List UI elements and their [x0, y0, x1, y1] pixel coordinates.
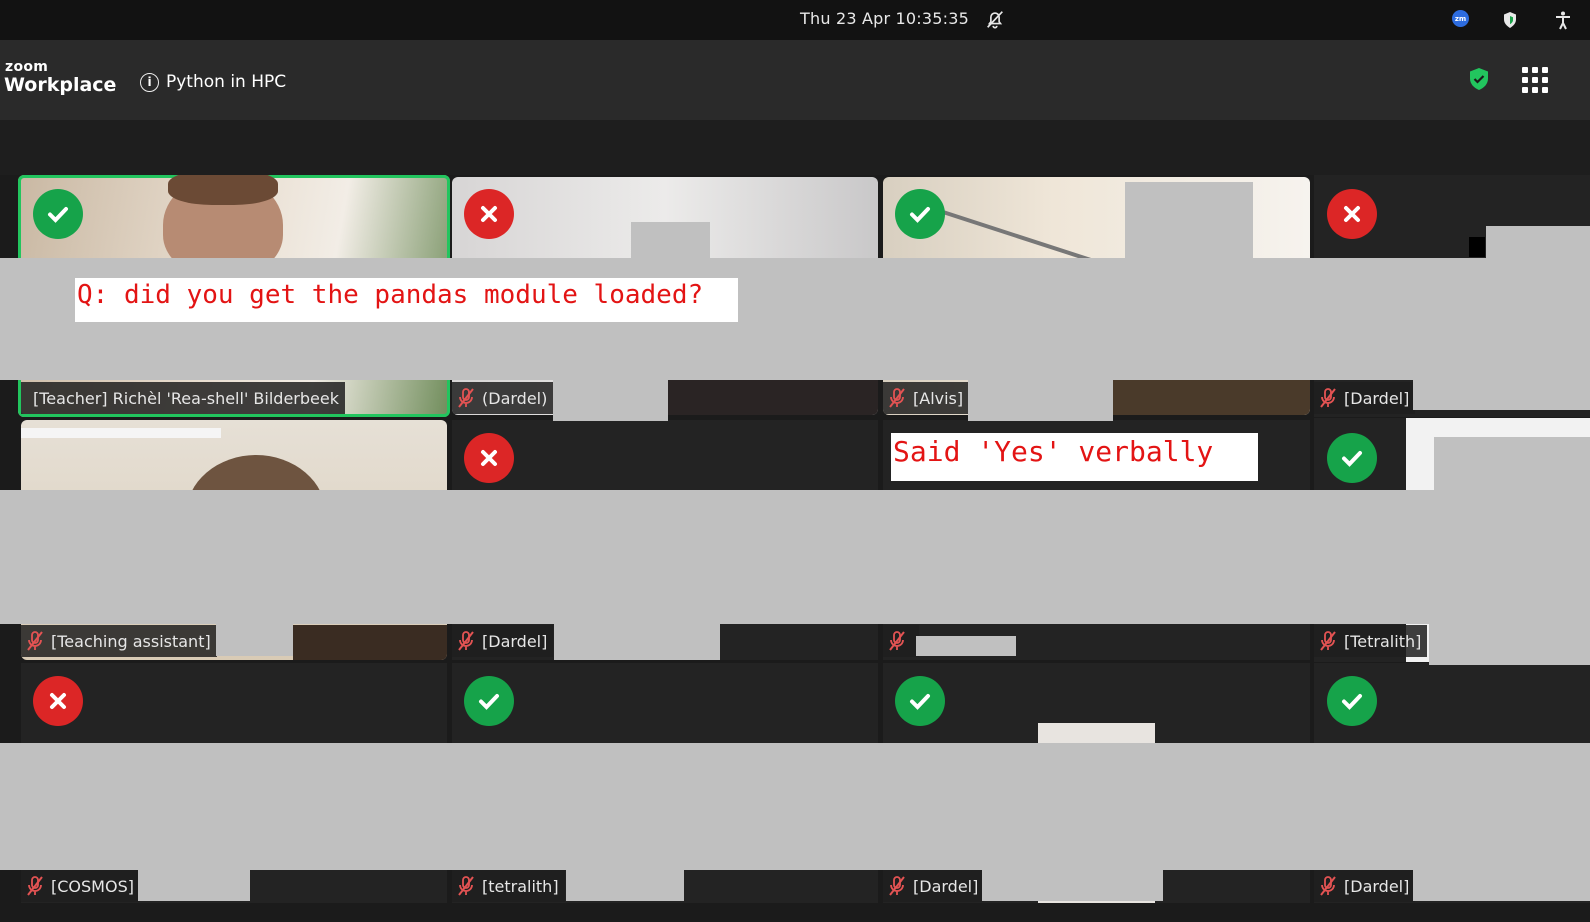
participant-nametag: [Teaching assistant]	[21, 625, 217, 657]
redaction-patch	[1413, 870, 1590, 901]
system-clock[interactable]: Thu 23 Apr 10:35:35	[800, 9, 969, 28]
redaction-patch	[553, 380, 668, 421]
yes-status-icon	[1327, 676, 1377, 726]
participant-hair	[168, 175, 278, 205]
redaction-patch	[138, 870, 250, 901]
participant-name: [Alvis]	[913, 388, 964, 408]
muted-mic-icon	[458, 631, 474, 651]
redaction-patch	[1125, 182, 1253, 258]
meeting-info[interactable]: i Python in HPC	[140, 72, 286, 92]
participant-nametag: [Tetralith]	[1314, 625, 1428, 657]
participant-name: [tetralith]	[482, 876, 559, 896]
muted-mic-icon	[889, 388, 905, 408]
zoom-logo-small: zoom	[5, 59, 49, 75]
no-status-icon	[33, 676, 83, 726]
redaction-patch	[566, 870, 684, 901]
participant-nametag: [Dardel]	[883, 870, 985, 902]
notifications-muted-icon[interactable]	[984, 8, 1006, 30]
participant-name: [Dardel]	[482, 631, 548, 651]
participant-video-bottom	[1113, 380, 1310, 415]
yes-status-icon	[33, 189, 83, 239]
muted-mic-icon	[889, 876, 905, 896]
question-annotation: Q: did you get the pandas module loaded?	[75, 278, 738, 322]
answer-annotation: Said 'Yes' verbally	[891, 433, 1258, 481]
participant-video	[668, 380, 878, 415]
redaction-patch	[1429, 624, 1590, 665]
yes-status-icon	[895, 676, 945, 726]
zoom-tray-icon[interactable]: zm	[1452, 10, 1472, 30]
muted-mic-icon	[458, 876, 474, 896]
muted-mic-icon	[1320, 631, 1336, 651]
redaction-patch	[968, 380, 1113, 421]
participant-nametag: [tetralith]	[452, 870, 565, 902]
participant-name: [Dardel]	[913, 876, 979, 896]
muted-mic-icon	[27, 876, 43, 896]
participant-name: [Tetralith]	[1344, 631, 1422, 651]
zoom-tray-label: zm	[1452, 10, 1469, 27]
muted-mic-icon	[1320, 388, 1336, 408]
zoom-header: zoom Workplace i Python in HPC	[0, 40, 1590, 120]
muted-mic-icon	[1320, 876, 1336, 896]
participant-nametag: [Dardel]	[1314, 870, 1416, 902]
encryption-shield-icon[interactable]	[1468, 67, 1490, 91]
redaction-patch	[554, 624, 720, 660]
meeting-title: Python in HPC	[166, 72, 287, 92]
accessibility-icon[interactable]	[1553, 10, 1573, 30]
participant-name: [Teacher] Richèl 'Rea-shell' Bilderbeek	[33, 388, 339, 408]
system-top-bar: Thu 23 Apr 10:35:35 zm	[0, 0, 1590, 40]
redaction-patch	[916, 636, 1016, 656]
participant-name: [Dardel]	[1344, 876, 1410, 896]
redaction-patch	[1486, 226, 1590, 258]
muted-mic-icon	[27, 631, 43, 651]
participant-nametag: (Dardel)	[452, 382, 554, 414]
participant-nametag: [Dardel]	[452, 625, 554, 657]
yes-status-icon	[1327, 433, 1377, 483]
security-tray-icon[interactable]	[1500, 10, 1520, 30]
participant-video-bottom	[293, 625, 447, 660]
participant-nametag: [Alvis]	[883, 382, 970, 414]
redaction-patch	[982, 870, 1163, 901]
muted-mic-icon	[889, 631, 905, 651]
no-status-icon	[464, 433, 514, 483]
participant-nametag: [Dardel]	[1314, 382, 1416, 414]
participant-video	[1469, 237, 1485, 257]
redaction-patch	[1413, 380, 1590, 410]
participant-name: (Dardel)	[482, 388, 548, 408]
yes-status-icon	[895, 189, 945, 239]
yes-status-icon	[464, 676, 514, 726]
participant-nametag: [Teacher] Richèl 'Rea-shell' Bilderbeek	[21, 382, 345, 414]
zoom-screen: { "os_bar": { "clock": "Thu 23 Apr 10:35…	[0, 0, 1590, 922]
view-grid-icon[interactable]	[1522, 67, 1548, 93]
muted-mic-icon	[458, 388, 474, 408]
participant-name: [Dardel]	[1344, 388, 1410, 408]
participant-name: [COSMOS]	[51, 876, 134, 896]
no-status-icon	[464, 189, 514, 239]
redaction-patch	[1434, 437, 1590, 490]
zoom-logo-workplace: Workplace	[4, 74, 117, 96]
ceiling-light	[21, 428, 221, 438]
redaction-band	[0, 490, 1590, 624]
redaction-band	[0, 743, 1590, 870]
redaction-patch	[216, 624, 293, 656]
participant-nametag	[883, 625, 919, 657]
participant-name: [Teaching assistant]	[51, 631, 211, 651]
info-icon[interactable]: i	[140, 72, 159, 92]
participant-nametag: [COSMOS]	[21, 870, 140, 902]
redaction-patch	[631, 222, 710, 258]
gallery-top-spacer	[0, 120, 1590, 175]
no-status-icon	[1327, 189, 1377, 239]
